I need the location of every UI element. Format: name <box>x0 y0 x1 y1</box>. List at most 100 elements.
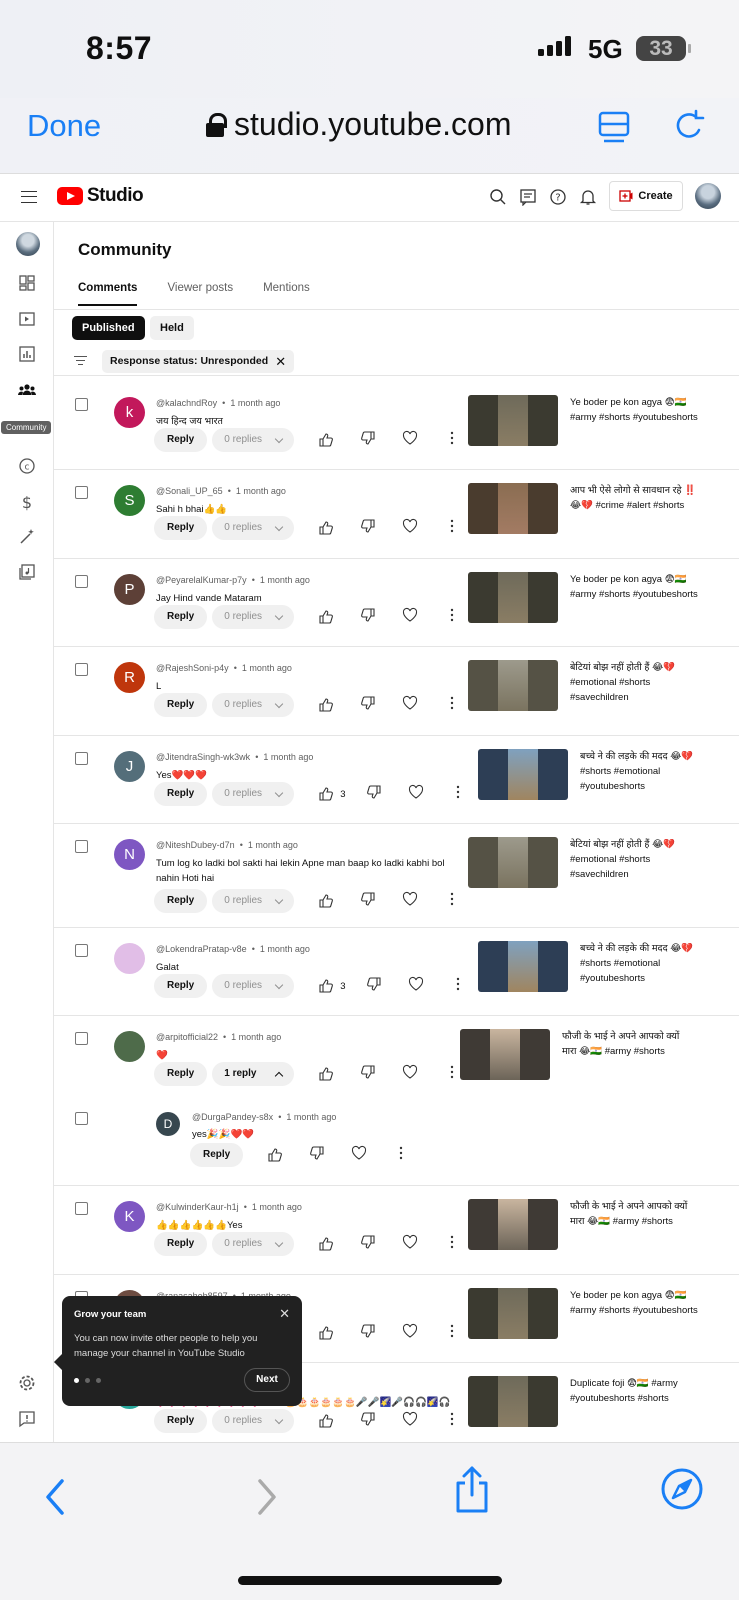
video-thumbnail[interactable] <box>468 660 558 711</box>
author-name[interactable]: @Sonali_UP_65 <box>156 486 223 496</box>
select-checkbox[interactable] <box>75 1032 88 1045</box>
next-button[interactable]: Next <box>244 1368 290 1392</box>
community-icon[interactable] <box>17 380 37 400</box>
help-icon[interactable]: ? <box>549 188 567 206</box>
avatar[interactable] <box>114 943 145 974</box>
more-icon[interactable] <box>444 430 460 446</box>
author-name[interactable]: @JitendraSingh-wk3wk <box>156 752 250 762</box>
avatar[interactable]: D <box>156 1112 180 1136</box>
like-icon[interactable] <box>318 520 334 536</box>
create-button[interactable]: Create <box>609 181 683 211</box>
like-icon[interactable] <box>318 893 334 909</box>
reply-button[interactable]: Reply <box>154 1232 208 1256</box>
replies-toggle[interactable]: 0 replies <box>212 889 295 913</box>
like-icon[interactable] <box>318 1325 334 1341</box>
more-icon[interactable] <box>444 607 460 623</box>
video-thumbnail[interactable] <box>468 1288 558 1339</box>
replies-toggle[interactable]: 1 reply <box>212 1062 295 1086</box>
like-icon[interactable] <box>318 1236 334 1252</box>
heart-icon[interactable] <box>402 1234 418 1250</box>
video-thumbnail[interactable] <box>460 1029 550 1080</box>
copyright-icon[interactable]: c <box>17 456 37 476</box>
replies-toggle[interactable]: 0 replies <box>212 974 295 998</box>
video-title[interactable]: Duplicate foji 😨🇮🇳 #army #youtubeshorts … <box>570 1376 700 1406</box>
more-icon[interactable] <box>450 784 466 800</box>
dislike-icon[interactable] <box>360 891 376 907</box>
like-icon[interactable] <box>318 609 334 625</box>
dislike-icon[interactable] <box>309 1145 325 1161</box>
dislike-icon[interactable] <box>366 976 382 992</box>
heart-icon[interactable] <box>402 695 418 711</box>
video-title[interactable]: बच्चे ने की लड़के की मदद 😂💔 #shorts #emo… <box>580 749 710 794</box>
heart-icon[interactable] <box>402 1064 418 1080</box>
select-checkbox[interactable] <box>75 398 88 411</box>
avatar[interactable]: K <box>114 1201 145 1232</box>
select-checkbox[interactable] <box>75 1202 88 1215</box>
select-checkbox[interactable] <box>75 944 88 957</box>
video-title[interactable]: फौजी के भाई ने अपने आपको क्यों मारा 😂🇮🇳 … <box>562 1029 692 1059</box>
avatar[interactable]: P <box>114 574 145 605</box>
forward-icon[interactable] <box>254 1477 280 1517</box>
account-avatar[interactable] <box>695 183 721 209</box>
author-name[interactable]: @DurgaPandey-s8x <box>192 1112 273 1122</box>
dislike-icon[interactable] <box>360 1234 376 1250</box>
like-icon[interactable] <box>318 1066 334 1082</box>
replies-toggle[interactable]: 0 replies <box>212 516 295 540</box>
dislike-icon[interactable] <box>360 1064 376 1080</box>
video-thumbnail[interactable] <box>468 572 558 623</box>
avatar[interactable]: J <box>114 751 145 782</box>
share-icon[interactable] <box>452 1465 492 1515</box>
reply-button[interactable]: Reply <box>154 428 208 452</box>
more-icon[interactable] <box>444 1323 460 1339</box>
reply-button[interactable]: Reply <box>154 516 208 540</box>
tab-viewer-posts[interactable]: Viewer posts <box>167 282 233 306</box>
video-title[interactable]: Ye boder pe kon agya 😨🇮🇳 #army #shorts #… <box>570 395 700 425</box>
analytics-icon[interactable] <box>17 344 37 364</box>
select-checkbox[interactable] <box>75 752 88 765</box>
more-icon[interactable] <box>444 891 460 907</box>
reply-button[interactable]: Reply <box>154 974 208 998</box>
address-field[interactable]: studio.youtube.com <box>206 106 512 143</box>
avatar[interactable]: R <box>114 662 145 693</box>
replies-toggle[interactable]: 0 replies <box>212 605 295 629</box>
video-thumbnail[interactable] <box>478 941 568 992</box>
like-icon[interactable] <box>318 1413 334 1429</box>
close-icon[interactable]: ✕ <box>279 1306 290 1322</box>
heart-icon[interactable] <box>402 1411 418 1427</box>
select-checkbox[interactable] <box>75 1112 88 1125</box>
author-name[interactable]: @PeyarelalKumar-p7y <box>156 575 247 585</box>
video-title[interactable]: Ye boder pe kon agya 😨🇮🇳 #army #shorts #… <box>570 572 700 602</box>
heart-icon[interactable] <box>402 518 418 534</box>
author-name[interactable]: @RajeshSoni-p4y <box>156 663 229 673</box>
filter-icon[interactable] <box>74 356 87 366</box>
video-thumbnail[interactable] <box>468 837 558 888</box>
more-icon[interactable] <box>444 518 460 534</box>
reload-icon[interactable] <box>672 108 706 144</box>
author-name[interactable]: @KulwinderKaur-h1j <box>156 1202 239 1212</box>
published-chip[interactable]: Published <box>72 316 145 340</box>
author-name[interactable]: @NiteshDubey-d7n <box>156 840 235 850</box>
tab-mentions[interactable]: Mentions <box>263 282 310 306</box>
feedback-icon[interactable] <box>519 188 537 206</box>
author-name[interactable]: @arpitofficial22 <box>156 1032 218 1042</box>
dashboard-icon[interactable] <box>17 273 37 293</box>
like-icon[interactable] <box>267 1147 283 1163</box>
dislike-icon[interactable] <box>360 695 376 711</box>
studio-logo[interactable]: Studio <box>57 185 144 207</box>
settings-icon[interactable] <box>17 1373 37 1393</box>
heart-icon[interactable] <box>351 1145 367 1161</box>
replies-toggle[interactable]: 0 replies <box>212 693 295 717</box>
dislike-icon[interactable] <box>360 1323 376 1339</box>
more-icon[interactable] <box>444 1234 460 1250</box>
avatar[interactable] <box>114 1031 145 1062</box>
select-checkbox[interactable] <box>75 840 88 853</box>
author-name[interactable]: @LokendraPratap-v8e <box>156 944 247 954</box>
replies-toggle[interactable]: 0 replies <box>212 1232 295 1256</box>
filter-chip[interactable]: Response status: Unresponded ✕ <box>102 350 295 373</box>
avatar[interactable]: N <box>114 839 145 870</box>
dislike-icon[interactable] <box>360 518 376 534</box>
more-icon[interactable] <box>444 1064 460 1080</box>
like-icon[interactable] <box>318 786 334 802</box>
close-icon[interactable]: ✕ <box>275 350 286 373</box>
reply-button[interactable]: Reply <box>154 1409 208 1433</box>
